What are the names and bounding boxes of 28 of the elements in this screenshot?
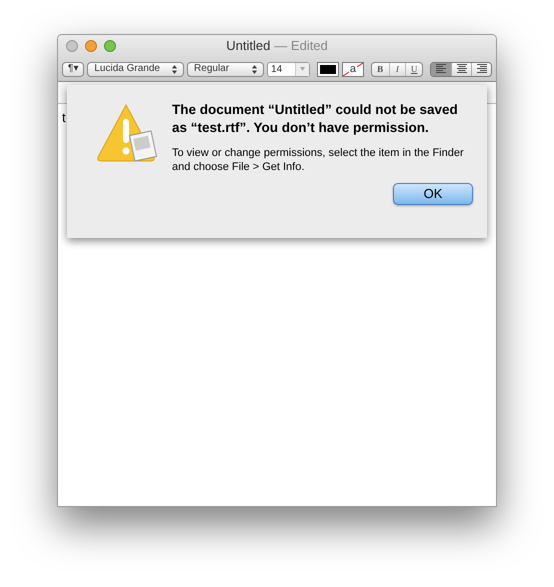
stepper-icon: [252, 64, 258, 74]
text-style-button[interactable]: B: [372, 62, 389, 76]
alert-info: To view or change permissions, select the item in the Finder and choose File > Get Info.: [172, 146, 465, 174]
font-style-popup[interactable]: Regular: [187, 62, 264, 76]
font-size-value: 14: [270, 62, 284, 76]
stepper-icon: [172, 64, 178, 74]
text-style-button[interactable]: I: [388, 62, 406, 76]
highlight-label: a: [348, 64, 358, 74]
document-text: t: [62, 110, 66, 125]
font-family-popup[interactable]: Lucida Grande: [87, 62, 184, 76]
edited-label: — Edited: [274, 37, 328, 56]
zoom-window-button[interactable]: [104, 40, 116, 52]
dropdown-arrow-icon: [300, 67, 306, 71]
alignment-button[interactable]: [451, 62, 471, 76]
align-icon: [476, 64, 488, 74]
ok-button[interactable]: OK: [393, 183, 473, 205]
minimize-window-button[interactable]: [85, 40, 97, 52]
text-style-button[interactable]: U: [405, 62, 422, 76]
text-color-well[interactable]: [317, 62, 340, 76]
alignment-button[interactable]: [471, 62, 491, 76]
alert-message: The document “Untitled” could not be saved as “test.rtf”. You don’t have permission.: [172, 101, 459, 137]
align-icon: [456, 64, 468, 74]
close-window-button[interactable]: [66, 40, 78, 52]
align-icon: [435, 64, 447, 74]
window-title: Untitled: [226, 37, 270, 56]
highlight-color-well[interactable]: a: [342, 62, 364, 76]
font-size-combo[interactable]: 14: [267, 62, 310, 76]
paragraph-button[interactable]: ¶▾: [62, 62, 84, 76]
